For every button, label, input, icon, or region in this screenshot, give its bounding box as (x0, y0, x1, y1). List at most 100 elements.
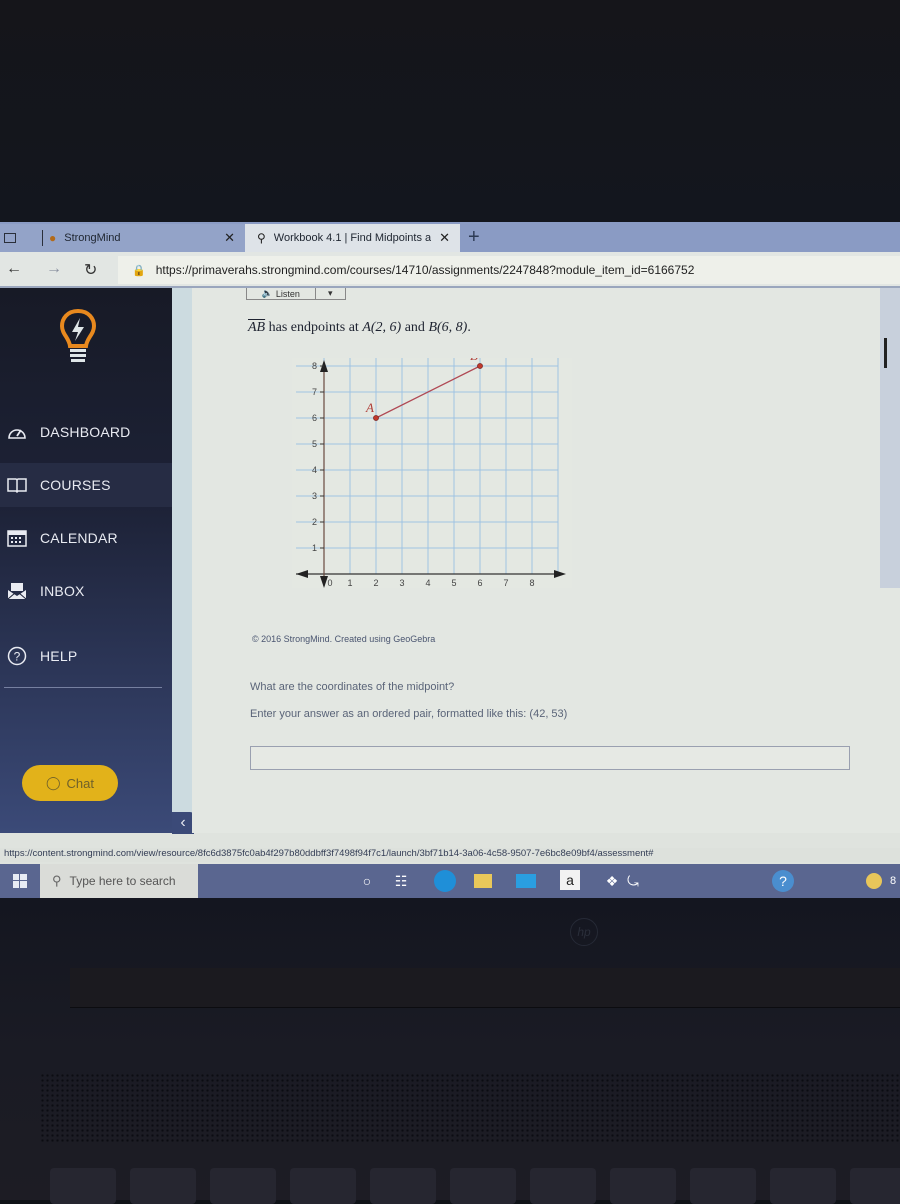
x-tick-label: 6 (477, 578, 482, 588)
coordinate-graph: 0 1 2 3 4 5 6 7 8 1 2 3 4 5 6 7 8 A B (292, 358, 572, 588)
laptop-body: hp (0, 898, 900, 1204)
point-A (373, 415, 379, 421)
keyboard-key (770, 1168, 836, 1204)
mail-icon[interactable] (516, 874, 536, 888)
y-tick-label: 6 (312, 413, 317, 423)
segment-name: AB (248, 320, 266, 335)
speaker-icon: 🔈 (261, 288, 273, 298)
graph-credit: © 2016 StrongMind. Created using GeoGebr… (252, 634, 436, 644)
strongmind-logo-icon[interactable] (58, 308, 98, 364)
file-explorer-icon[interactable] (474, 874, 492, 888)
collapse-sidebar-button[interactable]: ‹ (172, 812, 194, 834)
sidebar-item-label: INBOX (40, 583, 85, 599)
new-tab-button[interactable]: + (468, 226, 480, 249)
chat-bubble-icon: ◯ (45, 775, 61, 790)
x-tick-label: 5 (451, 578, 456, 588)
lightbulb-favicon-icon: ⚲ (257, 231, 266, 245)
keyboard-key (210, 1168, 276, 1204)
answer-input[interactable] (250, 746, 850, 770)
sidebar-item-label: DASHBOARD (40, 424, 131, 440)
question-text: has endpoints at (265, 320, 363, 335)
weather-icon[interactable] (866, 873, 882, 889)
question-end: . (467, 320, 471, 335)
assignment-content: 🔈 Listen ▾ AB has endpoints at A(2, 6) an… (192, 288, 900, 833)
keyboard-key (610, 1168, 676, 1204)
sidebar-item-calendar[interactable]: CALENDAR (0, 516, 172, 560)
url-field[interactable]: 🔒 https://primaverahs.strongmind.com/cou… (118, 256, 900, 284)
tab-workbook[interactable]: ⚲ Workbook 4.1 | Find Midpoints a ✕ (245, 224, 460, 252)
listen-button[interactable]: 🔈 Listen (247, 288, 316, 299)
address-bar: ← → ↻ 🔒 https://primaverahs.strongmind.c… (0, 252, 900, 288)
strongmind-favicon-icon: ● (49, 231, 57, 245)
sidebar-item-inbox[interactable]: INBOX (0, 569, 172, 613)
y-tick-label: 2 (312, 517, 317, 527)
browser-tab-bar: ● StrongMind ✕ ⚲ Workbook 4.1 | Find Mid… (0, 222, 900, 252)
tab-actions-icon[interactable] (4, 233, 16, 243)
point-b-label: B(6, 8) (428, 320, 468, 335)
sidebar-divider (4, 687, 162, 688)
refresh-button[interactable]: ↻ (84, 260, 97, 280)
edge-icon[interactable] (434, 870, 456, 892)
scrollbar-thumb[interactable] (884, 338, 887, 368)
close-tab-icon[interactable]: ✕ (439, 230, 450, 246)
back-button[interactable]: ← (6, 260, 22, 278)
sidebar-edge (172, 288, 192, 833)
windows-logo-icon (13, 874, 27, 888)
listen-menu-button[interactable]: ▾ (316, 288, 345, 299)
point-label-A: A (365, 400, 374, 415)
point-a-label: A(2, 6) (362, 320, 402, 335)
inbox-icon (6, 581, 28, 601)
y-tick-label: 7 (312, 387, 317, 397)
x-tick-label: 7 (503, 578, 508, 588)
book-icon (6, 475, 28, 495)
keyboard-key (130, 1168, 196, 1204)
question-prompt: What are the coordinates of the midpoint… (250, 681, 455, 693)
x-tick-label: 4 (425, 578, 430, 588)
help-tips-icon[interactable]: ? (772, 870, 794, 892)
keyboard-key (50, 1168, 116, 1204)
keyboard-key (370, 1168, 436, 1204)
sidebar-item-help[interactable]: ? HELP (0, 634, 172, 678)
monitor-bezel-top (0, 0, 900, 222)
tab-strongmind[interactable]: ● StrongMind ✕ (0, 224, 245, 252)
lock-icon: 🔒 (132, 264, 146, 277)
y-tick-label: 1 (312, 543, 317, 553)
forward-button[interactable]: → (46, 260, 62, 278)
laptop-hinge (70, 968, 900, 1008)
app-icon[interactable]: ⤿ (622, 870, 644, 892)
dropbox-icon[interactable]: ❖ (601, 870, 623, 892)
x-tick-label: 2 (373, 578, 378, 588)
answer-format-hint: Enter your answer as an ordered pair, fo… (250, 708, 568, 720)
chevron-left-icon: ‹ (180, 814, 186, 831)
x-tick-label: 8 (529, 578, 534, 588)
listen-label: Listen (275, 288, 300, 299)
amazon-icon[interactable]: a (560, 870, 580, 890)
question-and: and (401, 320, 429, 335)
sidebar-item-label: HELP (40, 648, 78, 664)
tab-separator (42, 230, 43, 246)
page-scrollbar[interactable] (880, 288, 900, 588)
point-B (477, 363, 483, 369)
weather-text: 8 (889, 875, 897, 887)
cortana-icon[interactable]: ○ (356, 870, 378, 892)
x-tick-label: 0 (327, 578, 332, 588)
sidebar-item-dashboard[interactable]: DASHBOARD (0, 410, 172, 454)
keyboard-key (850, 1168, 900, 1204)
screen: ● StrongMind ✕ ⚲ Workbook 4.1 | Find Mid… (0, 222, 900, 898)
hp-logo-icon: hp (570, 918, 598, 946)
taskbar-search-box[interactable]: ⚲ Type here to search (40, 864, 198, 898)
x-tick-label: 3 (399, 578, 404, 588)
y-tick-label: 4 (312, 465, 317, 475)
close-tab-icon[interactable]: ✕ (224, 230, 235, 246)
y-tick-label: 5 (312, 439, 317, 449)
keyboard-key (530, 1168, 596, 1204)
task-view-icon[interactable]: ☷ (390, 870, 412, 892)
start-button[interactable] (0, 864, 40, 898)
search-icon: ⚲ (52, 873, 62, 888)
question-statement: AB has endpoints at A(2, 6) and B(6, 8). (248, 320, 471, 336)
help-icon: ? (6, 646, 28, 666)
url-text[interactable]: https://primaverahs.strongmind.com/cours… (156, 263, 695, 277)
chat-button[interactable]: ◯ Chat (22, 765, 118, 801)
y-tick-label: 3 (312, 491, 317, 501)
sidebar-item-courses[interactable]: COURSES (0, 463, 172, 507)
